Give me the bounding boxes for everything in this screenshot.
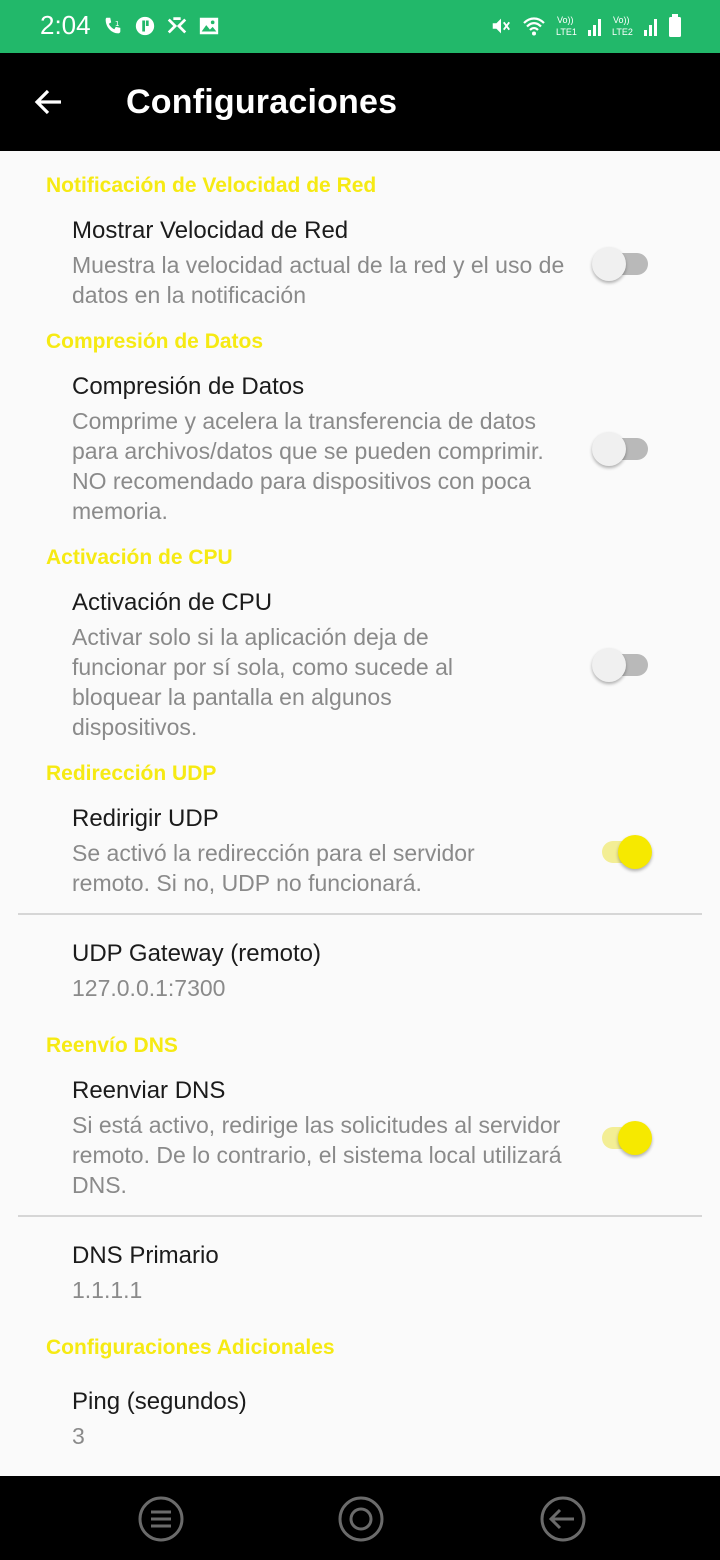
udp-switch[interactable] <box>592 832 658 872</box>
switch-thumb <box>618 1121 652 1155</box>
category-additional: Configuraciones Adicionales <box>46 1336 335 1359</box>
pref-title: Mostrar Velocidad de Red <box>72 217 349 244</box>
dns-switch[interactable] <box>592 1118 658 1158</box>
pref-value: 1.1.1.1 <box>72 1277 143 1303</box>
back-button[interactable] <box>24 77 74 127</box>
back-icon[interactable] <box>540 1496 586 1542</box>
svg-text:Vo)): Vo)) <box>557 15 574 25</box>
sim2-signal-icon: Vo)) LTE2 <box>612 15 657 37</box>
svg-text:1: 1 <box>115 19 120 28</box>
divider <box>18 1215 702 1217</box>
svg-text:Vo)): Vo)) <box>613 15 630 25</box>
pref-title: Compresión de Datos <box>72 373 305 400</box>
status-time: 2:04 <box>40 10 91 40</box>
home-icon[interactable] <box>338 1496 384 1542</box>
pref-show-network-speed[interactable]: Mostrar Velocidad de Red Muestra la velo… <box>72 216 572 310</box>
compression-switch[interactable] <box>592 429 658 469</box>
pref-summary: Activar solo si la aplicación deja de fu… <box>72 624 453 740</box>
network-speed-switch[interactable] <box>592 244 658 284</box>
menu-icon[interactable] <box>138 1496 184 1542</box>
category-dns: Reenvío DNS <box>46 1034 178 1057</box>
pref-summary: Si está activo, redirige las solicitudes… <box>72 1112 562 1198</box>
mute-icon <box>492 18 510 34</box>
image-icon <box>199 17 219 35</box>
pref-summary: Comprime y acelera la transferencia de d… <box>72 408 544 524</box>
battery-icon <box>669 14 681 37</box>
switch-thumb <box>618 835 652 869</box>
pref-title: DNS Primario <box>72 1242 219 1269</box>
status-left-icons: 1 <box>102 14 220 38</box>
pref-title: Reenviar DNS <box>72 1077 226 1104</box>
category-network-speed: Notificación de Velocidad de Red <box>46 174 377 197</box>
wifi-icon <box>523 17 545 36</box>
pref-ping[interactable]: Ping (segundos) 3 <box>72 1387 572 1451</box>
sim1-signal-icon: Vo)) LTE1 <box>556 15 601 37</box>
pref-data-compression[interactable]: Compresión de Datos Comprime y acelera l… <box>72 372 562 526</box>
svg-text:LTE2: LTE2 <box>612 27 633 37</box>
switch-thumb <box>592 432 626 466</box>
pref-cpu-wakelock[interactable]: Activación de CPU Activar solo si la apl… <box>72 588 492 742</box>
pref-primary-dns[interactable]: DNS Primario 1.1.1.1 <box>72 1241 572 1305</box>
page-title: Configuraciones <box>126 83 398 121</box>
settings-list: Notificación de Velocidad de Red Mostrar… <box>0 151 720 1476</box>
category-cpu: Activación de CPU <box>46 546 233 569</box>
pref-summary: Se activó la redirección para el servido… <box>72 840 475 896</box>
pref-title: Ping (segundos) <box>72 1388 247 1415</box>
pref-forward-dns[interactable]: Reenviar DNS Si está activo, redirige la… <box>72 1076 572 1200</box>
status-bar: 2:04 1 Vo)) LTE1 Vo)) LTE2 <box>0 0 720 53</box>
pref-value: 3 <box>72 1423 85 1449</box>
svg-text:LTE1: LTE1 <box>556 27 577 37</box>
arrow-left-icon <box>34 89 61 115</box>
call-icon: 1 <box>105 17 121 34</box>
divider <box>18 913 702 915</box>
switch-thumb <box>592 648 626 682</box>
switch-thumb <box>592 247 626 281</box>
cpu-switch[interactable] <box>592 645 658 685</box>
pref-title: Redirigir UDP <box>72 805 219 832</box>
app-bar: Configuraciones <box>0 53 720 151</box>
pref-redirect-udp[interactable]: Redirigir UDP Se activó la redirección p… <box>72 804 542 898</box>
pref-udp-gateway[interactable]: UDP Gateway (remoto) 127.0.0.1:7300 <box>72 939 572 1003</box>
pref-title: UDP Gateway (remoto) <box>72 940 321 967</box>
navigation-bar <box>0 1476 720 1560</box>
pref-value: 127.0.0.1:7300 <box>72 975 226 1001</box>
category-compression: Compresión de Datos <box>46 330 264 353</box>
status-right-icons: Vo)) LTE1 Vo)) LTE2 <box>490 13 682 39</box>
category-udp: Redirección UDP <box>46 762 217 785</box>
pref-title: Activación de CPU <box>72 589 273 616</box>
vpn-icon <box>167 17 187 34</box>
pref-summary: Muestra la velocidad actual de la red y … <box>72 252 565 308</box>
app-icon <box>135 16 155 36</box>
